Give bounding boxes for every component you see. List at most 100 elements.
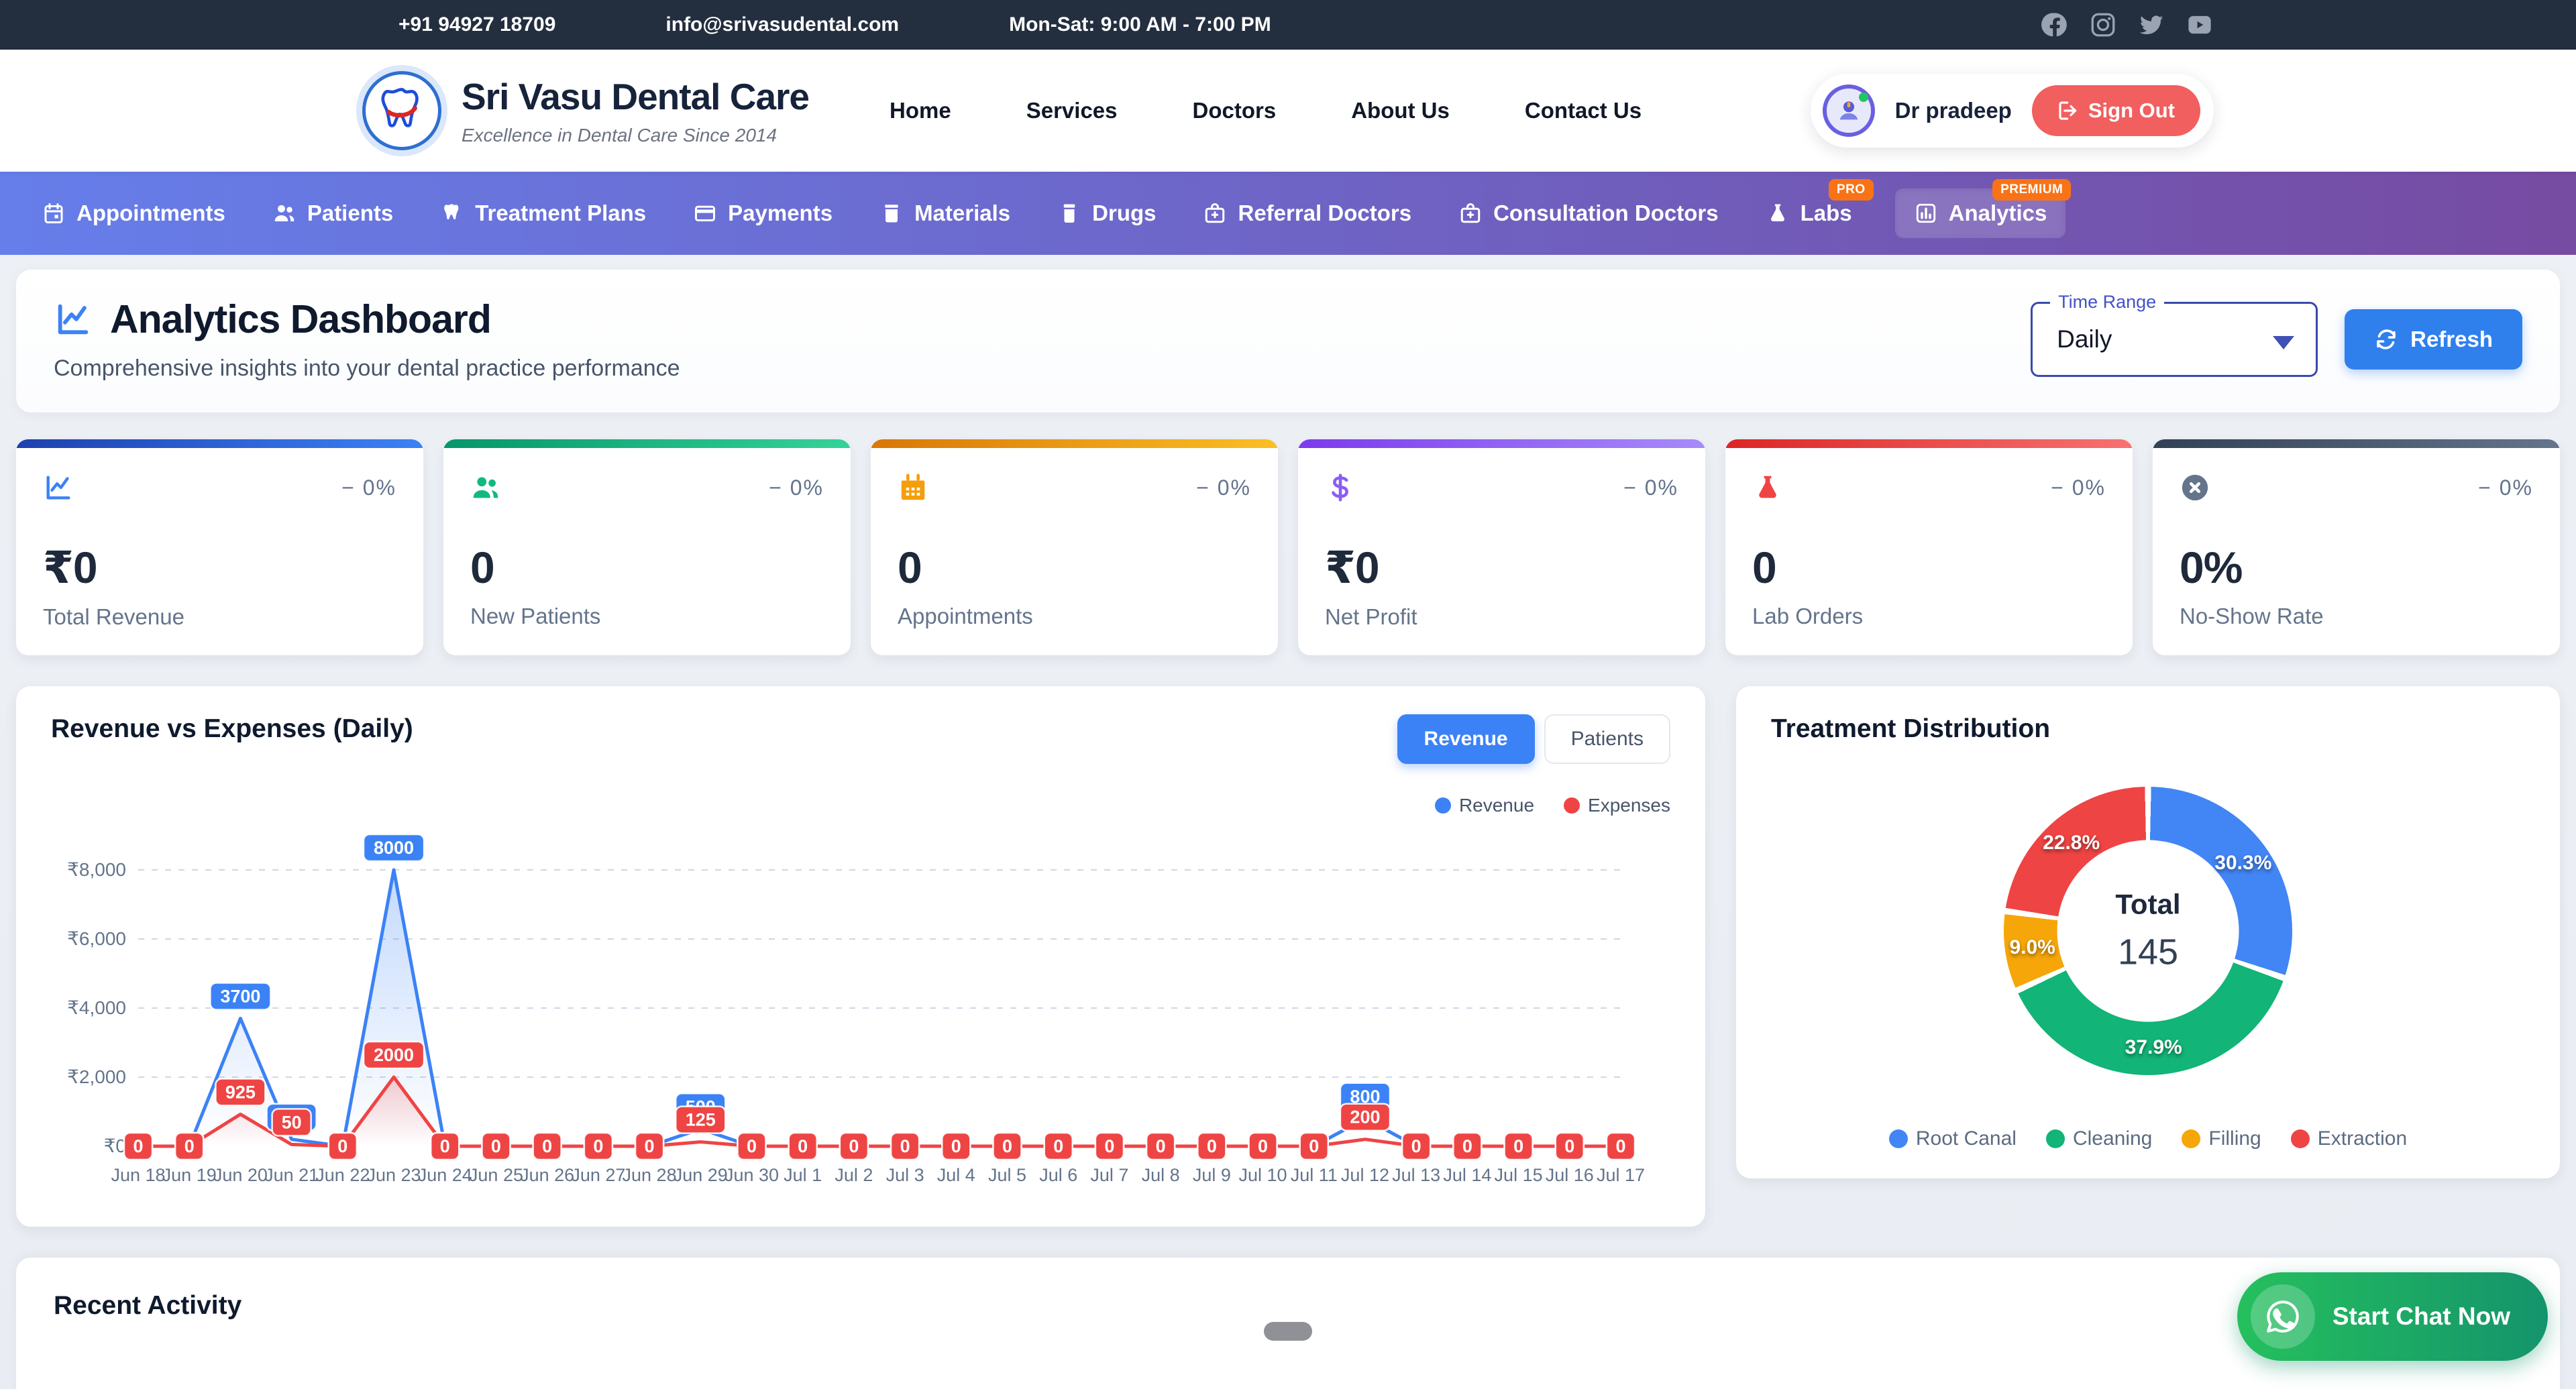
refresh-icon	[2374, 327, 2398, 351]
refresh-button[interactable]: Refresh	[2345, 309, 2522, 370]
phone-number: +91 94927 18709	[398, 13, 555, 36]
legend-dot	[1435, 797, 1451, 814]
analytics-chart-icon	[54, 300, 93, 339]
nav-link-about-us[interactable]: About Us	[1351, 98, 1450, 123]
module-tab-label: Treatment Plans	[475, 201, 646, 226]
youtube-icon[interactable]	[2186, 11, 2214, 39]
hours-text: Mon-Sat: 9:00 AM - 7:00 PM	[1009, 13, 1271, 36]
recent-activity-title: Recent Activity	[54, 1291, 2522, 1321]
legend-dot	[2046, 1129, 2065, 1148]
donut-slice-label-filling: 9.0%	[2009, 936, 2055, 959]
svg-text:0: 0	[1002, 1136, 1012, 1156]
kpi-accent-bar	[2153, 439, 2560, 448]
module-tab-treatment-plans[interactable]: Treatment Plans	[436, 188, 650, 238]
svg-text:₹4,000: ₹4,000	[67, 997, 126, 1018]
donut-legend-extraction[interactable]: Extraction	[2291, 1127, 2407, 1150]
contact-info-group: +91 94927 18709 info@srivasudental.com M…	[362, 13, 1271, 37]
svg-text:Jul 17: Jul 17	[1597, 1165, 1645, 1185]
tooth-icon	[440, 201, 464, 225]
email-link[interactable]: info@srivasudental.com	[629, 13, 899, 37]
brand-name: Sri Vasu Dental Care	[462, 75, 809, 118]
revenue-expenses-panel: Revenue vs Expenses (Daily) RevenuePatie…	[16, 686, 1705, 1227]
nav-link-home[interactable]: Home	[890, 98, 951, 123]
svg-text:₹0: ₹0	[104, 1135, 126, 1156]
revenue-expenses-line-chart: ₹0₹2,000₹4,000₹6,000₹8,000Jun 18Jun 19Ju…	[51, 823, 1670, 1199]
svg-text:0: 0	[747, 1136, 757, 1156]
donut-slice-label-root-canal: 30.3%	[2214, 852, 2271, 875]
module-tab-labs[interactable]: LabsPRO	[1762, 188, 1856, 238]
svg-text:Jul 4: Jul 4	[937, 1165, 975, 1185]
kpi-value: 0%	[2180, 542, 2533, 593]
module-tab-analytics[interactable]: AnalyticsPREMIUM	[1895, 188, 2066, 238]
kpi-value: ₹0	[1325, 542, 1678, 594]
legend-revenue[interactable]: Revenue	[1435, 795, 1534, 816]
svg-text:0: 0	[1053, 1136, 1063, 1156]
module-tab-referral-doctors[interactable]: Referral Doctors	[1199, 188, 1415, 238]
donut-slice-label-cleaning: 37.9%	[2125, 1036, 2182, 1059]
kpi-card-appointments: − 0%0Appointments	[871, 439, 1278, 655]
svg-text:2000: 2000	[374, 1045, 414, 1065]
time-range-select[interactable]: Time Range Daily	[2031, 302, 2318, 377]
toggle-revenue[interactable]: Revenue	[1397, 714, 1535, 764]
kpi-change: − 0%	[769, 476, 824, 500]
svg-text:Jun 23: Jun 23	[366, 1165, 421, 1185]
legend-label: Expenses	[1588, 795, 1670, 816]
kpi-label: Appointments	[898, 604, 1251, 629]
brand[interactable]: Sri Vasu Dental Care Excellence in Denta…	[362, 71, 809, 150]
svg-text:Jul 9: Jul 9	[1193, 1165, 1231, 1185]
kpi-card-net-profit: − 0%₹0Net Profit	[1298, 439, 1705, 655]
scrollbar-thumb[interactable]	[1264, 1322, 1312, 1341]
donut-total-label: Total	[2115, 889, 2180, 921]
sign-out-button[interactable]: Sign Out	[2032, 85, 2200, 136]
nav-link-doctors[interactable]: Doctors	[1193, 98, 1277, 123]
svg-text:200: 200	[1350, 1107, 1380, 1127]
calendar-icon	[42, 201, 66, 225]
module-tab-patients[interactable]: Patients	[268, 188, 397, 238]
pill-bottle-icon	[1057, 201, 1081, 225]
svg-text:Jun 27: Jun 27	[571, 1165, 625, 1185]
flask-icon	[1766, 201, 1790, 225]
donut-center: Total 145	[2057, 840, 2239, 1022]
instagram-icon[interactable]	[2089, 11, 2117, 39]
svg-text:Jul 8: Jul 8	[1142, 1165, 1180, 1185]
dashboard-header: Analytics Dashboard Comprehensive insigh…	[16, 270, 2560, 412]
donut-legend-cleaning[interactable]: Cleaning	[2046, 1127, 2152, 1150]
medical-bag-icon	[1203, 201, 1227, 225]
users-solid-icon	[470, 472, 501, 503]
module-tab-payments[interactable]: Payments	[689, 188, 837, 238]
svg-text:0: 0	[1462, 1136, 1472, 1156]
svg-text:0: 0	[440, 1136, 450, 1156]
svg-text:0: 0	[1411, 1136, 1421, 1156]
module-tab-drugs[interactable]: Drugs	[1053, 188, 1160, 238]
treatment-chart-title: Treatment Distribution	[1771, 714, 2525, 744]
facebook-icon[interactable]	[2041, 11, 2069, 39]
module-tab-consultation-doctors[interactable]: Consultation Doctors	[1454, 188, 1723, 238]
svg-text:Jul 7: Jul 7	[1090, 1165, 1128, 1185]
donut-legend-root-canal[interactable]: Root Canal	[1889, 1127, 2017, 1150]
twitter-icon[interactable]	[2137, 11, 2165, 39]
kpi-label: Total Revenue	[43, 604, 396, 630]
kpi-change: − 0%	[1623, 476, 1678, 500]
toggle-patients[interactable]: Patients	[1544, 714, 1670, 764]
kpi-change: − 0%	[2478, 476, 2533, 500]
svg-text:0: 0	[593, 1136, 603, 1156]
module-tab-label: Consultation Doctors	[1493, 201, 1719, 226]
chat-button-label: Start Chat Now	[2332, 1302, 2510, 1331]
phone-link[interactable]: +91 94927 18709	[362, 13, 555, 37]
legend-expenses[interactable]: Expenses	[1564, 795, 1670, 816]
module-tab-materials[interactable]: Materials	[875, 188, 1014, 238]
svg-text:₹2,000: ₹2,000	[67, 1066, 126, 1087]
whatsapp-chat-button[interactable]: Start Chat Now	[2237, 1272, 2548, 1361]
module-tab-appointments[interactable]: Appointments	[38, 188, 229, 238]
clinic-logo-icon	[362, 71, 441, 150]
donut-legend-filling[interactable]: Filling	[2182, 1127, 2261, 1150]
svg-text:Jun 26: Jun 26	[520, 1165, 574, 1185]
svg-text:0: 0	[1104, 1136, 1114, 1156]
svg-text:Jul 13: Jul 13	[1392, 1165, 1440, 1185]
nav-link-services[interactable]: Services	[1026, 98, 1118, 123]
svg-text:₹8,000: ₹8,000	[67, 859, 126, 880]
svg-text:0: 0	[645, 1136, 655, 1156]
jar-icon	[879, 201, 904, 225]
svg-text:Jul 14: Jul 14	[1443, 1165, 1491, 1185]
nav-link-contact-us[interactable]: Contact Us	[1525, 98, 1642, 123]
